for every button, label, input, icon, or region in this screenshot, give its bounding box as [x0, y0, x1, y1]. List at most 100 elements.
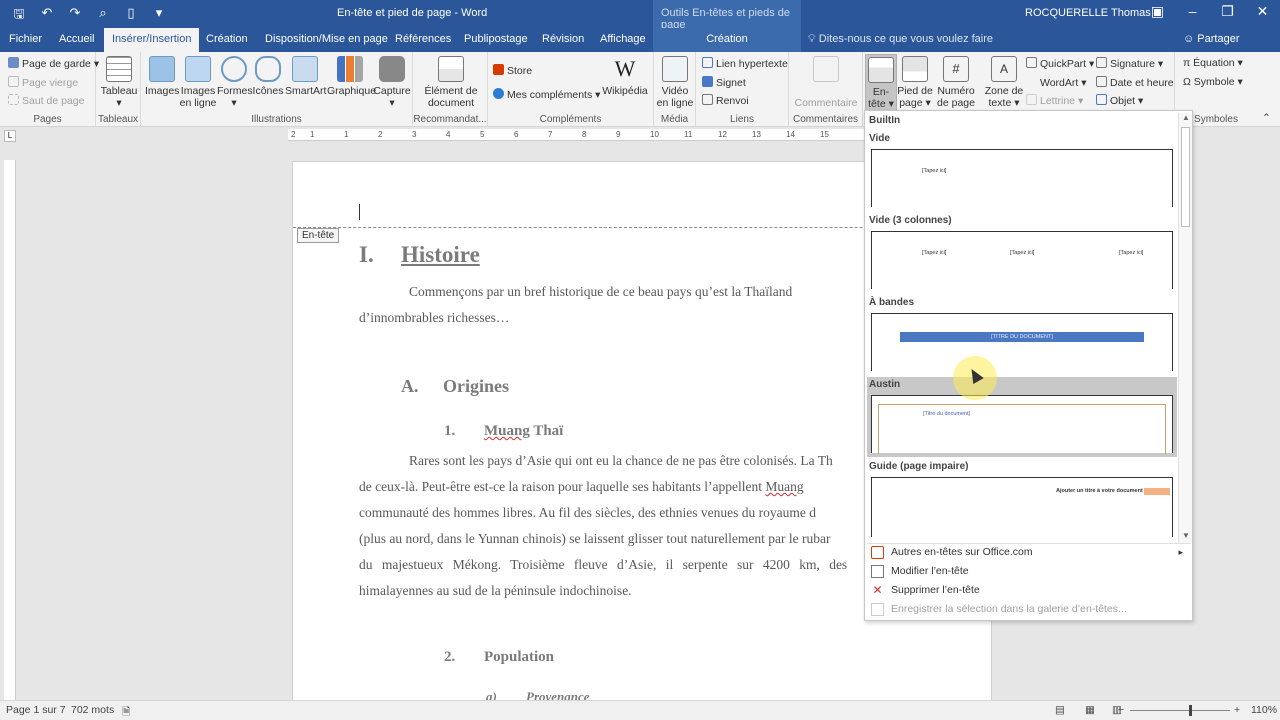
zoom-slider-knob[interactable]: [1189, 705, 1192, 716]
symbol-button[interactable]: Ω Symbole ▾: [1183, 76, 1243, 88]
customize-qat-icon[interactable]: ▾: [150, 5, 168, 27]
heading-1[interactable]: I. Histoire: [359, 242, 480, 268]
tab-mailings[interactable]: Publipostage: [464, 28, 528, 52]
tell-me-box[interactable]: 💡︎ Dites-nous ce que vous voulez faire: [808, 33, 993, 46]
smartart-button[interactable]: SmartArt: [285, 54, 326, 97]
blank-page-button[interactable]: Page vierge: [8, 76, 78, 89]
gallery-item-guide-page-impaire[interactable]: Guide (page impaire) Ajouter un titre à …: [867, 459, 1177, 541]
maximize-icon[interactable]: ❐: [1210, 3, 1245, 20]
symbol-label: Symbole: [1193, 76, 1235, 88]
icons-button[interactable]: Icônes: [251, 54, 285, 97]
gallery-scrollbar[interactable]: ▲ ▼: [1178, 113, 1192, 543]
heading-3-muang-thai[interactable]: 1. Muang Thaï: [444, 423, 563, 440]
word-count[interactable]: 702 mots: [71, 704, 114, 716]
textbox-label: Zone de texte: [984, 85, 1024, 109]
print-layout-icon[interactable]: ▦: [1085, 704, 1095, 716]
save-selection-menu-item[interactable]: Enregistrer la sélection dans la galerie…: [867, 600, 1191, 619]
more-headers-office-menu-item[interactable]: Autres en-têtes sur Office.com ▸: [867, 543, 1191, 562]
comment-button[interactable]: Commentaire: [791, 54, 861, 109]
save-icon[interactable]: 🖫: [10, 5, 28, 27]
ruler-tick: 10: [650, 130, 659, 139]
austin-frame: [Titre du document]: [878, 404, 1166, 454]
read-mode-icon[interactable]: ▤: [1055, 704, 1065, 716]
undo-icon[interactable]: ↶: [38, 5, 56, 27]
vertical-ruler[interactable]: [4, 160, 16, 700]
heading-3-population[interactable]: 2. Population: [444, 649, 554, 666]
tab-insert[interactable]: Insérer/Insertion: [104, 28, 200, 52]
new-document-icon[interactable]: ▯: [122, 5, 140, 27]
close-icon[interactable]: ✕: [1245, 3, 1280, 20]
shapes-button[interactable]: Formes ▾: [217, 54, 253, 109]
gallery-item-austin[interactable]: Austin [Titre du document]: [867, 377, 1177, 457]
tab-selector[interactable]: L: [4, 130, 16, 142]
user-name[interactable]: ROCQUERELLE Thomas: [1025, 7, 1151, 19]
hyperlink-button[interactable]: Lien hypertexte: [702, 57, 788, 70]
object-button[interactable]: Objet ▾: [1096, 94, 1143, 107]
ribbon-display-icon[interactable]: ▣: [1140, 3, 1175, 20]
window-title: En-tête et pied de page - Word: [337, 7, 488, 19]
horizontal-ruler[interactable]: 2 1 1 2 3 4 5 6 7 8 9 10 11 12 13 14 15: [288, 129, 868, 141]
gallery-item-vide[interactable]: Vide [Tapez ici]: [867, 131, 1177, 211]
page-count[interactable]: Page 1 sur 7: [6, 704, 66, 716]
zoom-in-icon[interactable]: +: [1234, 704, 1240, 716]
proofing-icon[interactable]: 🗎︎: [122, 704, 130, 720]
gallery-item-a-bandes[interactable]: À bandes [TITRE DU DOCUMENT]: [867, 295, 1177, 375]
date-time-button[interactable]: Date et heure: [1096, 76, 1174, 89]
edit-header-menu-item[interactable]: Modifier l’en-tête: [867, 562, 1191, 581]
intro-paragraph[interactable]: Commençons par un bref historique de ce …: [359, 279, 919, 331]
wikipedia-button[interactable]: W Wikipédia: [600, 54, 650, 97]
zoom-slider[interactable]: [1130, 710, 1230, 711]
online-images-button[interactable]: Images en ligne: [179, 54, 217, 109]
bookmark-button[interactable]: Signet: [702, 76, 746, 89]
capture-button[interactable]: Capture ▾: [373, 54, 411, 109]
print-preview-icon[interactable]: ⌕: [94, 5, 112, 27]
tab-header-footer-design[interactable]: Création: [653, 28, 801, 52]
wordart-button[interactable]: WordArt ▾: [1026, 76, 1087, 89]
images-button[interactable]: Images: [145, 54, 179, 97]
tab-home[interactable]: Accueil: [59, 28, 94, 52]
zoom-out-icon[interactable]: −: [1118, 704, 1124, 716]
share-button[interactable]: ☺ Partager: [1183, 33, 1240, 45]
scroll-up-icon[interactable]: ▲: [1180, 113, 1192, 125]
footer-button[interactable]: Pied de page ▾: [897, 54, 933, 109]
cross-reference-button[interactable]: Renvoi: [702, 94, 749, 107]
ruler-tick: 8: [582, 130, 587, 139]
banded-title: [TITRE DU DOCUMENT]: [900, 332, 1144, 342]
online-video-button[interactable]: Vidéo en ligne: [656, 54, 694, 109]
gallery-item-vide-3-colonnes[interactable]: Vide (3 colonnes) [Tapez ici] [Tapez ici…: [867, 213, 1177, 293]
scroll-down-icon[interactable]: ▼: [1180, 531, 1192, 543]
textbox-button[interactable]: A Zone de texte ▾: [984, 54, 1024, 109]
tab-references[interactable]: Références: [395, 28, 451, 52]
collapse-ribbon-icon[interactable]: ⌃: [1262, 112, 1271, 124]
tab-design[interactable]: Création: [206, 28, 248, 52]
page-break-button[interactable]: Saut de page: [8, 94, 84, 107]
heading-2[interactable]: A. Origines: [401, 376, 509, 397]
camera-icon: [379, 56, 405, 82]
dropcap-button[interactable]: Lettrine ▾: [1026, 94, 1083, 107]
chart-icon: [337, 56, 363, 82]
signature-icon: [1096, 57, 1107, 68]
heading-3-text-a: Muang: [484, 423, 530, 439]
tab-review[interactable]: Révision: [542, 28, 584, 52]
table-button[interactable]: Tableau ▾: [100, 54, 138, 109]
hyperlink-label: Lien hypertexte: [716, 58, 788, 70]
tab-layout[interactable]: Disposition/Mise en page: [265, 28, 388, 52]
chart-button[interactable]: Graphique: [327, 54, 376, 97]
store-button[interactable]: Store: [493, 64, 532, 77]
equation-button[interactable]: π Équation ▾: [1183, 57, 1243, 69]
signature-button[interactable]: Signature ▾: [1096, 57, 1163, 70]
my-addins-button[interactable]: Mes compléments ▾: [493, 88, 600, 101]
lightbulb-icon: 💡︎: [808, 33, 819, 45]
scroll-thumb[interactable]: [1181, 127, 1190, 227]
header-button[interactable]: En-tête ▾: [865, 54, 897, 112]
minimize-icon[interactable]: –: [1175, 3, 1210, 20]
quickpart-button[interactable]: QuickPart ▾: [1026, 57, 1094, 70]
tab-file[interactable]: Fichier: [9, 28, 42, 52]
redo-icon[interactable]: ↷: [66, 5, 84, 27]
zoom-level[interactable]: 110%: [1251, 704, 1277, 716]
document-item-button[interactable]: Élément de document: [419, 54, 483, 109]
cover-page-button[interactable]: Page de garde ▾: [8, 57, 99, 70]
tab-view[interactable]: Affichage: [600, 28, 646, 52]
remove-header-menu-item[interactable]: ✕ Supprimer l’en-tête: [867, 581, 1191, 600]
smartart-icon: [292, 56, 318, 82]
